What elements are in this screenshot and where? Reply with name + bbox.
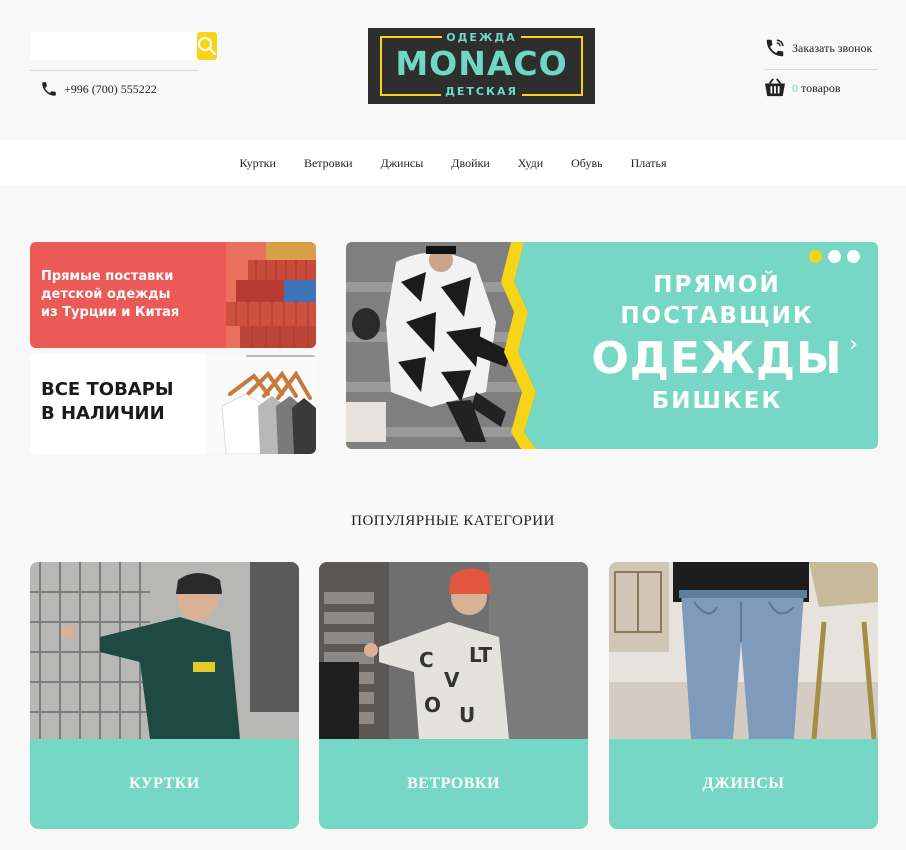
search-input[interactable] [30,32,197,60]
shipping-containers-image [226,242,316,348]
logo-main-text: MONACO [395,44,568,83]
nav-item-jeans[interactable]: Джинсы [381,156,424,171]
phone-icon [42,82,56,96]
category-card-windbreakers[interactable]: C V O U LT ВЕТРОВКИ [319,562,588,829]
cart-label: товаров [801,80,841,95]
popular-categories-title: ПОПУЛЯРНЫЕ КАТЕГОРИИ [351,513,555,529]
slider-dots [809,250,860,263]
nav-item-shoes[interactable]: Обувь [571,156,602,171]
nav-item-dresses[interactable]: Платья [631,156,667,171]
header-divider-right [764,69,878,70]
hero-line3: ОДЕЖДЫ [591,333,843,384]
banner-direct-supply-line1: Прямые поставки [41,269,174,284]
phone-ring-icon [766,39,784,57]
search-box [30,32,217,60]
slider-dot-1[interactable] [809,250,822,263]
phone-number: +996 (700) 555222 [64,81,157,96]
header-divider-left [30,70,198,71]
hero-line4: БИШКЕК [651,388,783,414]
category-card-jackets[interactable]: КУРТКИ [30,562,299,829]
logo-bottom-text: ДЕТСКАЯ [441,85,522,98]
svg-text:C: C [419,648,434,672]
slider-dot-3[interactable] [847,250,860,263]
nav-item-windbreakers[interactable]: Ветровки [304,156,353,171]
search-button[interactable] [197,32,217,60]
hero-banner[interactable]: ПРЯМОЙ ПОСТАВЩИК ОДЕЖДЫ БИШКЕК › [346,242,878,449]
banner-in-stock[interactable]: ВСЕ ТОВАРЫ В НАЛИЧИИ [30,354,316,454]
banner-direct-supply-line2: детской одежды [41,287,171,302]
search-icon [198,37,217,56]
nav-item-hoodies[interactable]: Худи [518,156,543,171]
category-label-jeans: ДЖИНСЫ [702,775,785,792]
banner-direct-supply-line3: из Турции и Китая [41,305,180,320]
hero-line2: ПОСТАВЩИК [620,303,814,329]
basket-icon [765,78,785,97]
hero-line1: ПРЯМОЙ [653,272,781,298]
banner-direct-supply[interactable]: Прямые поставки детской одежды из Турции… [30,242,316,348]
nav-item-jackets[interactable]: Куртки [239,156,275,171]
category-photo-jackets [30,562,299,739]
svg-text:O: O [424,693,441,717]
banner-in-stock-line1: ВСЕ ТОВАРЫ [41,379,174,400]
site-logo[interactable]: ОДЕЖДА MONACO ДЕТСКАЯ [368,28,595,104]
svg-text:U: U [459,703,475,727]
logo-top-text: ОДЕЖДА [442,31,521,44]
category-label-windbreakers: ВЕТРОВКИ [407,775,500,792]
slider-next-arrow[interactable]: › [849,334,858,356]
cart-count: 0 [792,80,798,95]
nav-item-twopieces[interactable]: Двойки [451,156,489,171]
svg-text:V: V [444,668,460,692]
callback-button[interactable]: Заказать звонок [764,37,872,59]
callback-label: Заказать звонок [792,40,873,55]
category-card-jeans[interactable]: ДЖИНСЫ [609,562,878,829]
category-label-jackets: КУРТКИ [129,775,200,792]
cart-button[interactable]: 0 товаров [764,78,841,98]
banner-in-stock-line2: В НАЛИЧИИ [41,403,165,424]
main-nav: Куртки Ветровки Джинсы Двойки Худи Обувь… [0,140,906,186]
category-photo-jeans [609,562,878,739]
category-photo-windbreakers: CVO U LT [319,562,588,739]
phone-contact[interactable]: +996 (700) 555222 [40,80,157,98]
hero-banner-photo [346,242,576,449]
svg-text:LT: LT [469,643,492,667]
slider-dot-2[interactable] [828,250,841,263]
clothes-hangers-image [206,354,316,454]
